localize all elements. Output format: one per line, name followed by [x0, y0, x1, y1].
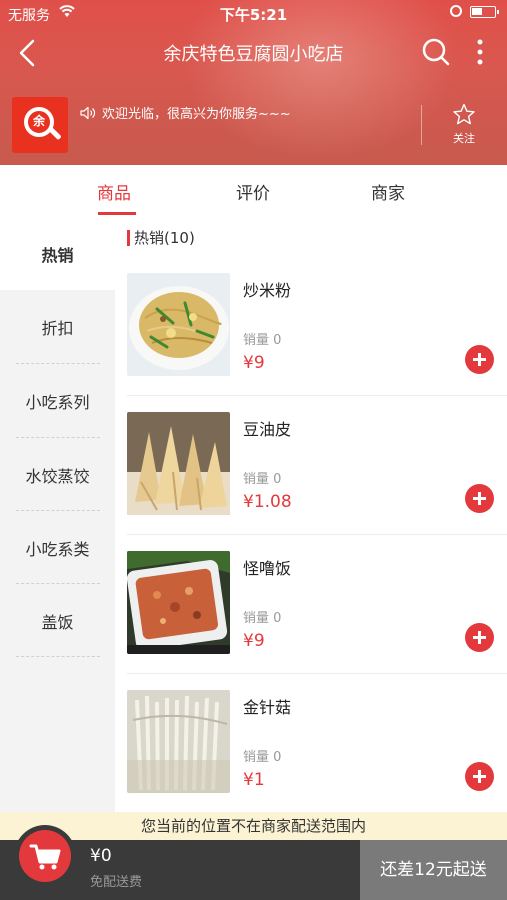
sidebar-item-label: 小吃系类 — [25, 539, 90, 559]
clock: 下午5:21 — [219, 6, 288, 24]
category-header: 热销(10) — [127, 227, 195, 248]
follow-button[interactable]: 关注 — [440, 103, 488, 146]
product-name: 怪噜饭 — [243, 559, 292, 578]
minimum-order-button[interactable]: 还差12元起送 — [360, 840, 507, 900]
notice-text: 欢迎光临，很高兴为你服务~~~ — [102, 107, 291, 122]
tab-bar: 商品 评价 商家 — [0, 165, 507, 217]
product-name: 豆油皮 — [243, 420, 292, 439]
page-title: 余庆特色豆腐圆小吃店 — [163, 44, 344, 65]
active-tab-indicator — [98, 212, 136, 215]
logo-text: 余 — [32, 114, 45, 128]
orientation-lock-icon — [450, 5, 462, 17]
add-to-cart-button[interactable] — [465, 762, 494, 791]
product-sales: 销量 0 — [243, 750, 282, 765]
product-price: ¥9 — [243, 631, 265, 651]
product-item[interactable]: 豆油皮 销量 0 ¥1.08 — [127, 412, 507, 552]
add-to-cart-button[interactable] — [465, 623, 494, 652]
product-item[interactable]: 炒米粉 销量 0 ¥9 — [127, 273, 507, 413]
category-sidebar: 热销 折扣 小吃系列 水饺蒸饺 小吃系类 盖饭 — [0, 217, 115, 812]
cart-icon — [29, 844, 61, 870]
back-icon[interactable] — [12, 36, 44, 70]
product-image — [127, 412, 230, 515]
speaker-icon — [80, 106, 96, 119]
product-sales: 销量 0 — [243, 472, 282, 487]
tab-reviews[interactable]: 评价 — [236, 179, 270, 204]
product-image — [127, 273, 230, 376]
product-price: ¥1 — [243, 770, 265, 790]
sidebar-divider — [16, 656, 100, 657]
battery-icon — [470, 6, 499, 18]
product-list: 热销(10) 炒米粉 销量 0 ¥9 豆油皮 销量 0 ¥1.08 怪噜饭 销量… — [115, 217, 507, 812]
cart-button[interactable] — [14, 825, 76, 887]
cart-total: ¥0 — [90, 846, 112, 866]
product-image — [127, 551, 230, 654]
item-divider — [127, 534, 507, 535]
product-price: ¥9 — [243, 353, 265, 373]
shop-notice: 欢迎光临，很高兴为你服务~~~ — [80, 103, 291, 122]
sidebar-item-rice-bowls[interactable]: 盖饭 — [0, 584, 115, 657]
shop-logo: 余 — [12, 97, 68, 153]
product-sales: 销量 0 — [243, 333, 282, 348]
shop-header: 无服务 下午5:21 余庆特色豆腐圆小吃店 余 欢迎光临，很高兴为你服务~~~ … — [0, 0, 507, 165]
status-bar: 无服务 下午5:21 — [0, 0, 507, 26]
sidebar-item-dumplings[interactable]: 水饺蒸饺 — [0, 438, 115, 511]
item-divider — [127, 673, 507, 674]
sidebar-item-snack-types[interactable]: 小吃系类 — [0, 511, 115, 584]
category-title: 热销(10) — [134, 229, 195, 247]
product-image — [127, 690, 230, 793]
item-divider — [127, 395, 507, 396]
follow-label: 关注 — [453, 132, 475, 145]
sidebar-item-label: 盖饭 — [41, 612, 74, 632]
product-price: ¥1.08 — [243, 492, 292, 512]
product-name: 金针菇 — [243, 698, 292, 717]
nav-bar: 余庆特色豆腐圆小吃店 — [0, 28, 507, 78]
header-divider — [421, 105, 422, 145]
sidebar-item-label: 水饺蒸饺 — [25, 466, 90, 486]
delivery-fee: 免配送费 — [90, 875, 143, 890]
search-icon[interactable] — [420, 36, 452, 68]
sidebar-item-hot[interactable]: 热销 — [0, 217, 115, 290]
product-sales: 销量 0 — [243, 611, 282, 626]
sidebar-item-label: 小吃系列 — [25, 392, 90, 412]
tab-products[interactable]: 商品 — [97, 179, 131, 204]
sidebar-item-snacks[interactable]: 小吃系列 — [0, 364, 115, 437]
product-item[interactable]: 怪噜饭 销量 0 ¥9 — [127, 551, 507, 691]
product-name: 炒米粉 — [243, 281, 292, 300]
tab-merchant[interactable]: 商家 — [371, 179, 405, 204]
add-to-cart-button[interactable] — [465, 345, 494, 374]
sidebar-item-label: 热销 — [41, 245, 74, 265]
add-to-cart-button[interactable] — [465, 484, 494, 513]
sidebar-item-label: 折扣 — [41, 318, 74, 338]
product-item[interactable]: 金针菇 销量 0 ¥1 — [127, 690, 507, 830]
delivery-range-alert: 您当前的位置不在商家配送范围内 — [0, 812, 507, 840]
sidebar-item-discount[interactable]: 折扣 — [0, 290, 115, 363]
star-icon — [453, 103, 475, 125]
more-icon[interactable] — [470, 36, 490, 68]
